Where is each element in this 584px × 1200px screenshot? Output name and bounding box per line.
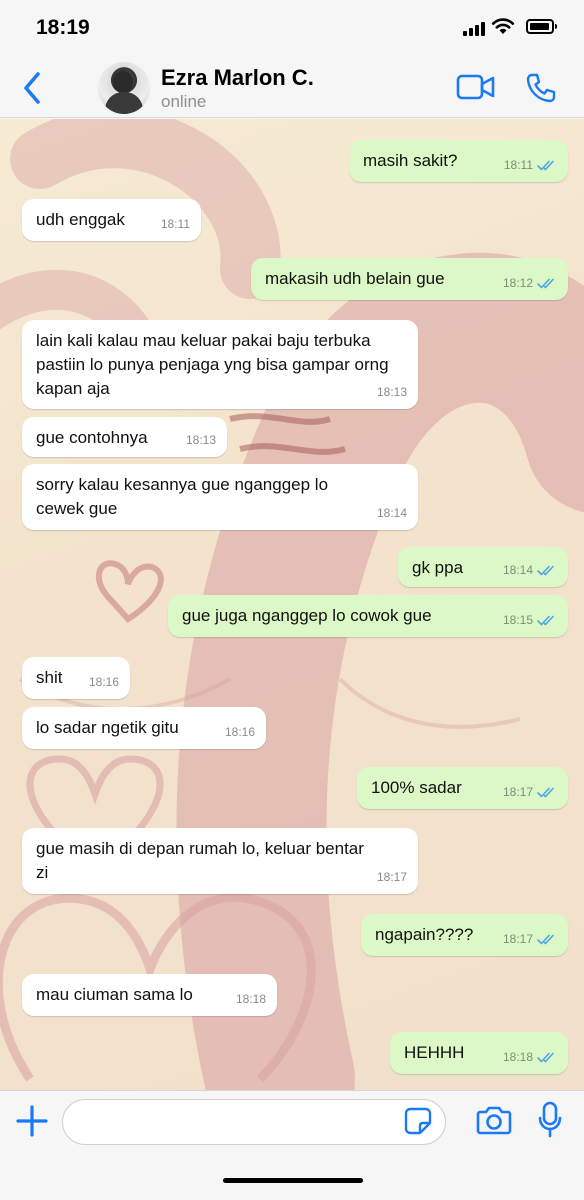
chat-area[interactable]: masih sakit? 18:11 udh enggak 18:11 maka… [0, 119, 584, 1090]
message-text: gk ppa [412, 558, 464, 577]
message-incoming[interactable]: sorry kalau kesannya gue nganggep lo cew… [22, 464, 418, 530]
status-time: 18:19 [36, 16, 90, 39]
message-text: HEHHH [404, 1043, 465, 1062]
home-indicator [223, 1178, 363, 1183]
contact-status: online [161, 92, 207, 111]
message-time: 18:14 [376, 506, 407, 520]
message-time: 18:14 [502, 563, 533, 577]
double-check-icon [537, 278, 554, 288]
message-text: sorry kalau kesannya gue nganggep lo cew… [36, 475, 329, 518]
message-time: 18:17 [376, 870, 407, 884]
message-time: 18:18 [502, 1050, 533, 1064]
contact-name[interactable]: Ezra Marlon C. [161, 65, 314, 91]
message-time: 18:13 [185, 433, 216, 447]
double-check-icon [537, 160, 554, 170]
wifi-icon [491, 18, 515, 34]
message-incoming[interactable]: gue masih di depan rumah lo, keluar bent… [22, 828, 418, 894]
message-time: 18:13 [376, 385, 407, 399]
message-time: 18:16 [88, 675, 119, 689]
battery-icon [526, 19, 557, 34]
avatar[interactable] [98, 62, 150, 114]
message-incoming[interactable]: lain kali kalau mau keluar pakai baju te… [22, 320, 418, 409]
message-text: mau ciuman sama lo [36, 985, 193, 1004]
message-text: makasih udh belain gue [265, 269, 445, 288]
message-outgoing[interactable]: HEHHH 18:18 [390, 1032, 568, 1074]
message-text: gue masih di depan rumah lo, keluar bent… [36, 839, 364, 882]
status-bar: 18:19 [0, 0, 584, 58]
chevron-left-icon[interactable] [18, 68, 48, 108]
message-time: 18:11 [503, 158, 533, 172]
message-time: 18:16 [224, 725, 255, 739]
message-input[interactable] [62, 1099, 446, 1145]
message-incoming[interactable]: udh enggak 18:11 [22, 199, 201, 241]
message-outgoing[interactable]: makasih udh belain gue 18:12 [251, 258, 568, 300]
sticker-icon[interactable] [404, 1107, 432, 1135]
message-incoming[interactable]: mau ciuman sama lo 18:18 [22, 974, 277, 1016]
message-text: shit [36, 668, 63, 687]
message-text: lain kali kalau mau keluar pakai baju te… [36, 331, 389, 398]
message-outgoing[interactable]: 100% sadar 18:17 [357, 767, 568, 809]
cellular-signal-icon [463, 21, 485, 36]
message-time: 18:17 [502, 932, 533, 946]
plus-icon[interactable] [14, 1103, 50, 1139]
message-text: lo sadar ngetik gitu [36, 718, 179, 737]
message-text: gue juga nganggep lo cowok gue [182, 606, 432, 625]
message-time: 18:17 [502, 785, 533, 799]
message-text: ngapain???? [375, 925, 474, 944]
message-time: 18:11 [160, 217, 190, 231]
camera-icon[interactable] [476, 1105, 512, 1135]
message-outgoing[interactable]: masih sakit? 18:11 [349, 140, 568, 182]
video-camera-icon[interactable] [456, 74, 496, 100]
phone-icon[interactable] [525, 72, 557, 104]
message-text: masih sakit? [363, 151, 458, 170]
double-check-icon [537, 615, 554, 625]
message-incoming[interactable]: shit 18:16 [22, 657, 130, 699]
message-incoming[interactable]: lo sadar ngetik gitu 18:16 [22, 707, 266, 749]
microphone-icon[interactable] [537, 1101, 563, 1139]
message-incoming[interactable]: gue contohnya 18:13 [22, 417, 227, 457]
message-time: 18:12 [502, 276, 533, 290]
double-check-icon [537, 787, 554, 797]
double-check-icon [537, 1052, 554, 1062]
message-outgoing[interactable]: ngapain???? 18:17 [361, 914, 568, 956]
message-outgoing[interactable]: gk ppa 18:14 [398, 547, 568, 587]
message-text: 100% sadar [371, 778, 462, 797]
message-text: udh enggak [36, 210, 125, 229]
message-text: gue contohnya [36, 428, 148, 447]
chat-header: Ezra Marlon C. online [0, 58, 584, 118]
message-time: 18:15 [502, 613, 533, 627]
double-check-icon [537, 934, 554, 944]
message-input-bar [0, 1090, 584, 1200]
message-outgoing[interactable]: gue juga nganggep lo cowok gue 18:15 [168, 595, 568, 637]
message-time: 18:18 [235, 992, 266, 1006]
double-check-icon [537, 565, 554, 575]
